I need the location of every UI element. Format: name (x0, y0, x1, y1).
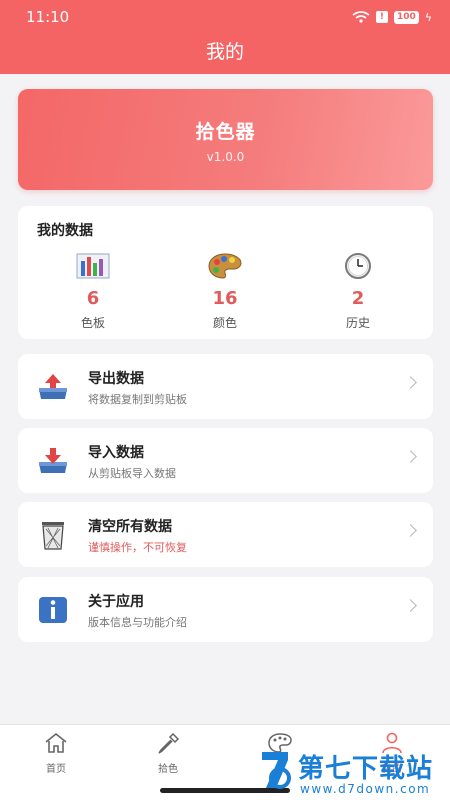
menu-warning: 谨慎操作，不可恢复 (88, 541, 187, 554)
stat-label: 颜色 (212, 316, 237, 330)
chevron-right-icon (404, 376, 417, 389)
bar-chart-icon (76, 253, 110, 279)
tab-label: 拾色 (158, 764, 178, 775)
app-name: 拾色器 (195, 121, 256, 143)
chevron-right-icon (404, 524, 417, 537)
menu-title: 导出数据 (88, 371, 144, 387)
stat-value: 16 (212, 288, 238, 309)
trash-icon (42, 522, 64, 550)
import-data-row[interactable]: 导入数据 从剪贴板导入数据 (18, 428, 433, 493)
menu-subtitle: 从剪贴板导入数据 (88, 467, 176, 480)
stat-colors[interactable]: 16 颜色 (170, 252, 280, 331)
menu-title: 导入数据 (88, 445, 144, 461)
export-tray-icon (39, 374, 67, 399)
clock-icon (345, 253, 371, 279)
chevron-right-icon (404, 599, 417, 612)
tab-home[interactable]: 首页 (16, 731, 96, 775)
menu-title: 关于应用 (88, 594, 144, 610)
charging-icon: ϟ (424, 10, 432, 24)
stat-history[interactable]: 2 历史 (303, 252, 413, 331)
menu-subtitle: 版本信息与功能介绍 (88, 616, 187, 629)
wifi-icon (352, 11, 370, 23)
status-bar: 11:10 ! 100 ϟ (0, 0, 450, 34)
battery-icon: 100 (393, 10, 419, 24)
import-tray-icon (39, 448, 67, 473)
stat-label: 历史 (345, 316, 370, 330)
export-data-row[interactable]: 导出数据 将数据复制到剪贴板 (18, 354, 433, 419)
status-icons: ! 100 ϟ (352, 10, 432, 24)
stat-palettes[interactable]: 6 色板 (38, 252, 148, 331)
chevron-right-icon (404, 450, 417, 463)
alert-icon: ! (375, 11, 388, 23)
clear-all-data-row[interactable]: 清空所有数据 谨慎操作，不可恢复 (18, 502, 433, 567)
stat-label: 色板 (80, 316, 105, 330)
my-data-card: 我的数据 6 色板 16 颜色 2 历史 (18, 206, 433, 339)
app-version: v1.0.0 (206, 150, 245, 164)
d7-logo-icon (262, 752, 291, 789)
eyedropper-icon (158, 732, 180, 754)
about-app-row[interactable]: 关于应用 版本信息与功能介绍 (18, 577, 433, 642)
site-watermark: 第七下载站 www.d7down.com (258, 746, 450, 800)
palette-icon (208, 253, 242, 279)
home-icon (45, 732, 67, 753)
my-data-title: 我的数据 (37, 223, 93, 239)
watermark-url: www.d7down.com (300, 782, 431, 796)
watermark-name: 第七下载站 (298, 754, 434, 784)
tab-picker[interactable]: 拾色 (128, 731, 208, 775)
status-time: 11:10 (26, 8, 70, 26)
tab-label: 首页 (46, 764, 66, 775)
app-banner: 拾色器 v1.0.0 (18, 89, 433, 190)
menu-subtitle: 将数据复制到剪贴板 (88, 393, 187, 406)
info-icon (39, 597, 67, 623)
stat-value: 2 (351, 288, 365, 309)
page-title: 我的 (0, 34, 450, 74)
menu-title: 清空所有数据 (88, 519, 172, 535)
stat-value: 6 (86, 288, 100, 309)
